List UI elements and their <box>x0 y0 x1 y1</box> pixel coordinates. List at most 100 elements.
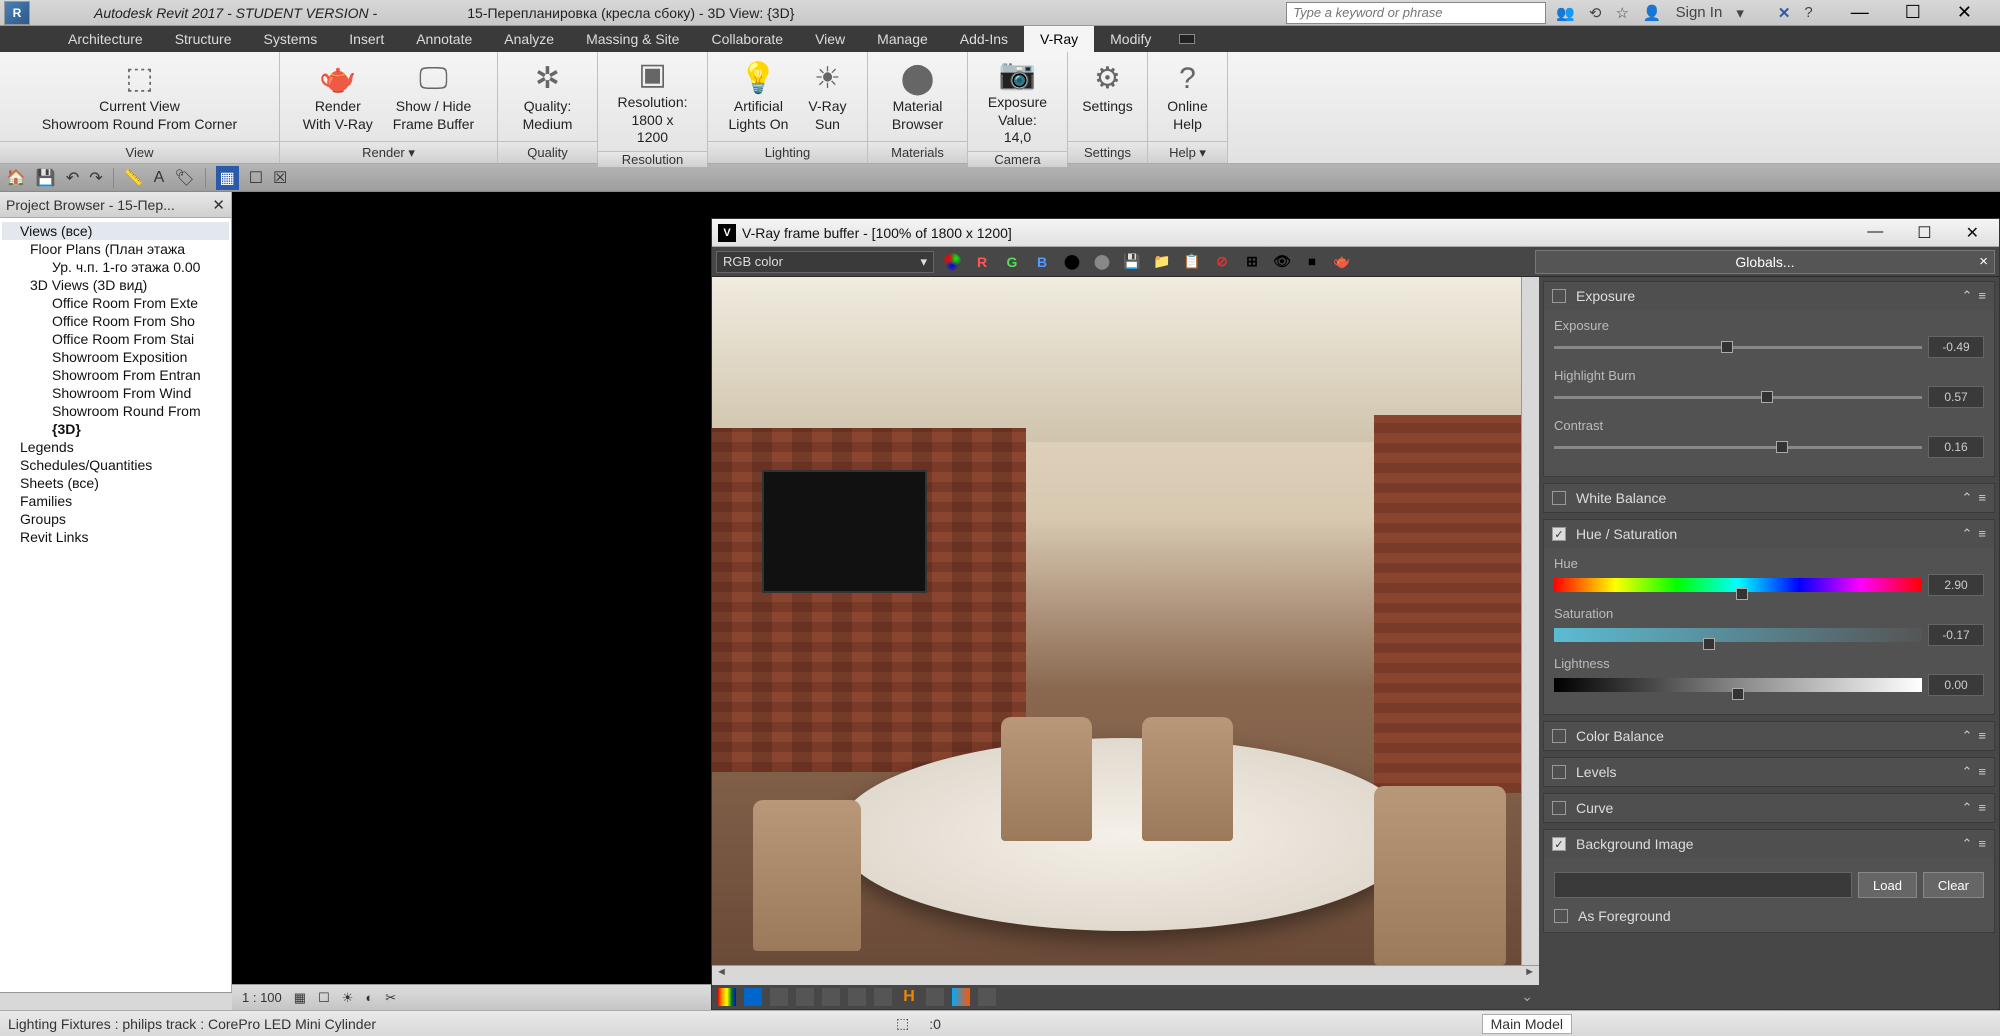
close-hidden-icon[interactable]: ☒ <box>273 168 287 188</box>
tree-item[interactable]: Showroom From Wind <box>2 384 229 402</box>
star-icon[interactable]: ☆ <box>1615 4 1628 22</box>
blue-channel-button[interactable]: B <box>1030 251 1054 273</box>
highlight-slider[interactable] <box>1554 396 1922 399</box>
open-folder-icon[interactable]: 📁 <box>1150 251 1174 273</box>
mono-white-icon[interactable]: ⬤ <box>1060 251 1084 273</box>
worksets-icon[interactable]: ⬚ <box>896 1015 909 1032</box>
window-icon[interactable]: ☐ <box>249 168 263 188</box>
menu-systems[interactable]: Systems <box>248 26 334 52</box>
lightness-value[interactable]: 0.00 <box>1928 674 1984 696</box>
globals-button[interactable]: Globals... <box>1535 250 1995 274</box>
exposure-button[interactable]: 📷ExposureValue: 14,0 <box>976 56 1059 147</box>
curve-header[interactable]: Curve⌃≡ <box>1544 794 1994 822</box>
color-balance-header[interactable]: Color Balance⌃≡ <box>1544 722 1994 750</box>
tree-item[interactable]: Legends <box>2 438 229 456</box>
tree-item[interactable]: Revit Links <box>2 528 229 546</box>
render-teapot-icon[interactable]: 🫖 <box>1330 251 1354 273</box>
vfb-close-button[interactable]: ✕ <box>1966 223 1979 243</box>
white-balance-header[interactable]: White Balance⌃≡ <box>1544 484 1994 512</box>
hue-value[interactable]: 2.90 <box>1928 574 1984 596</box>
save-icon[interactable]: 💾 <box>36 168 56 188</box>
channel-dropdown[interactable]: RGB color▾ <box>716 251 934 273</box>
hue-slider[interactable] <box>1554 578 1922 592</box>
main-model-dropdown[interactable]: Main Model <box>1482 1014 1572 1034</box>
vfb-vscrollbar[interactable] <box>1521 277 1539 965</box>
levels-checkbox[interactable] <box>1552 765 1566 779</box>
resolution-button[interactable]: ▣Resolution:1800 x 1200 <box>606 56 699 147</box>
clear-button[interactable]: Clear <box>1923 872 1984 898</box>
hue-sat-checkbox[interactable]: ✓ <box>1552 527 1566 541</box>
info-icon[interactable] <box>744 988 762 1006</box>
contrast-value[interactable]: 0.16 <box>1928 436 1984 458</box>
menu-icon[interactable]: ≡ <box>1978 288 1986 304</box>
user-icon[interactable]: 👤 <box>1643 4 1662 22</box>
menu-analyze[interactable]: Analyze <box>488 26 570 52</box>
tree-item[interactable]: Showroom Round From <box>2 402 229 420</box>
vfb-hscrollbar[interactable] <box>712 965 1539 985</box>
curve-checkbox[interactable] <box>1552 801 1566 815</box>
menu-insert[interactable]: Insert <box>333 26 400 52</box>
view-scale[interactable]: 1 : 100 <box>242 990 282 1005</box>
vfb-maximize-button[interactable]: ☐ <box>1917 223 1931 243</box>
menu-modify[interactable]: Modify <box>1094 26 1167 52</box>
contrast-slider[interactable] <box>1554 446 1922 449</box>
bg-image-header[interactable]: ✓Background Image⌃≡ <box>1544 830 1994 858</box>
text-icon[interactable]: A <box>154 169 165 187</box>
region-icon[interactable]: ⊞ <box>1240 251 1264 273</box>
hue-sat-header[interactable]: ✓Hue / Saturation⌃≡ <box>1544 520 1994 548</box>
color-bar-icon[interactable] <box>718 988 736 1006</box>
tree-item[interactable]: Groups <box>2 510 229 528</box>
exposure-slider[interactable] <box>1554 346 1922 349</box>
chevron-down-icon[interactable]: ⌄ <box>1521 988 1533 1006</box>
dropdown-icon[interactable]: ▾ <box>1736 4 1744 22</box>
browser-hscrollbar[interactable] <box>0 992 232 1010</box>
levels-icon[interactable] <box>796 988 814 1006</box>
thin-lines-icon[interactable]: ▦ <box>216 166 239 190</box>
bg-checkbox[interactable]: ✓ <box>1552 837 1566 851</box>
history-icon[interactable] <box>978 988 996 1006</box>
close-button[interactable]: ✕ <box>1957 2 1972 23</box>
sync-icon[interactable]: ⟲ <box>1589 4 1602 22</box>
menu-architecture[interactable]: Architecture <box>52 26 159 52</box>
undo-icon[interactable]: ↶ <box>66 168 79 188</box>
vray-sun-button[interactable]: ☀V-RaySun <box>798 60 856 133</box>
online-help-button[interactable]: ?OnlineHelp <box>1157 60 1217 133</box>
home-icon[interactable]: 🏠 <box>6 168 26 188</box>
save-image-icon[interactable]: 💾 <box>1120 251 1144 273</box>
load-button[interactable]: Load <box>1858 872 1917 898</box>
frame-buffer-button[interactable]: 🖵Show / HideFrame Buffer <box>383 60 484 133</box>
crop-icon[interactable]: ✂ <box>385 990 396 1006</box>
lut-icon[interactable] <box>952 988 970 1006</box>
menu-annotate[interactable]: Annotate <box>400 26 488 52</box>
redo-icon[interactable]: ↷ <box>89 168 102 188</box>
quality-button[interactable]: ✲Quality:Medium <box>513 60 583 133</box>
tree-item[interactable]: Families <box>2 492 229 510</box>
bg-image-path-input[interactable] <box>1554 872 1852 898</box>
settings-button[interactable]: ⚙Settings <box>1072 60 1143 133</box>
wb-checkbox[interactable] <box>1552 491 1566 505</box>
tree-item[interactable]: Office Room From Stai <box>2 330 229 348</box>
tag-icon[interactable]: 🏷 <box>174 168 194 188</box>
exchange-icon[interactable]: ✕ <box>1778 4 1791 22</box>
menu-collaborate[interactable]: Collaborate <box>695 26 799 52</box>
tree-item[interactable]: {3D} <box>2 420 229 438</box>
subs-icon[interactable]: 👥 <box>1556 4 1575 22</box>
maximize-button[interactable]: ☐ <box>1905 2 1921 23</box>
collapse-icon[interactable]: ⌃ <box>1962 288 1973 304</box>
curve-tool-icon[interactable] <box>822 988 840 1006</box>
project-browser-title[interactable]: Project Browser - 15-Пер... ✕ <box>0 192 231 218</box>
minimize-button[interactable]: — <box>1851 2 1869 23</box>
tree-item[interactable]: Showroom Exposition <box>2 348 229 366</box>
render-button[interactable]: 🫖RenderWith V-Ray <box>293 60 383 133</box>
saturation-value[interactable]: -0.17 <box>1928 624 1984 646</box>
rendered-image[interactable] <box>712 277 1539 965</box>
tree-item[interactable]: 3D Views (3D вид) <box>2 276 229 294</box>
tree-item[interactable]: Office Room From Exte <box>2 294 229 312</box>
stamp-icon[interactable] <box>926 988 944 1006</box>
menu-structure[interactable]: Structure <box>159 26 248 52</box>
menu-view[interactable]: View <box>799 26 861 52</box>
vfb-minimize-button[interactable]: — <box>1867 223 1883 243</box>
current-view-button[interactable]: ⬚Current ViewShowroom Round From Corner <box>32 60 247 133</box>
tree-item[interactable]: Sheets (все) <box>2 474 229 492</box>
ribbon-group-help[interactable]: Help ▾ <box>1148 141 1227 163</box>
